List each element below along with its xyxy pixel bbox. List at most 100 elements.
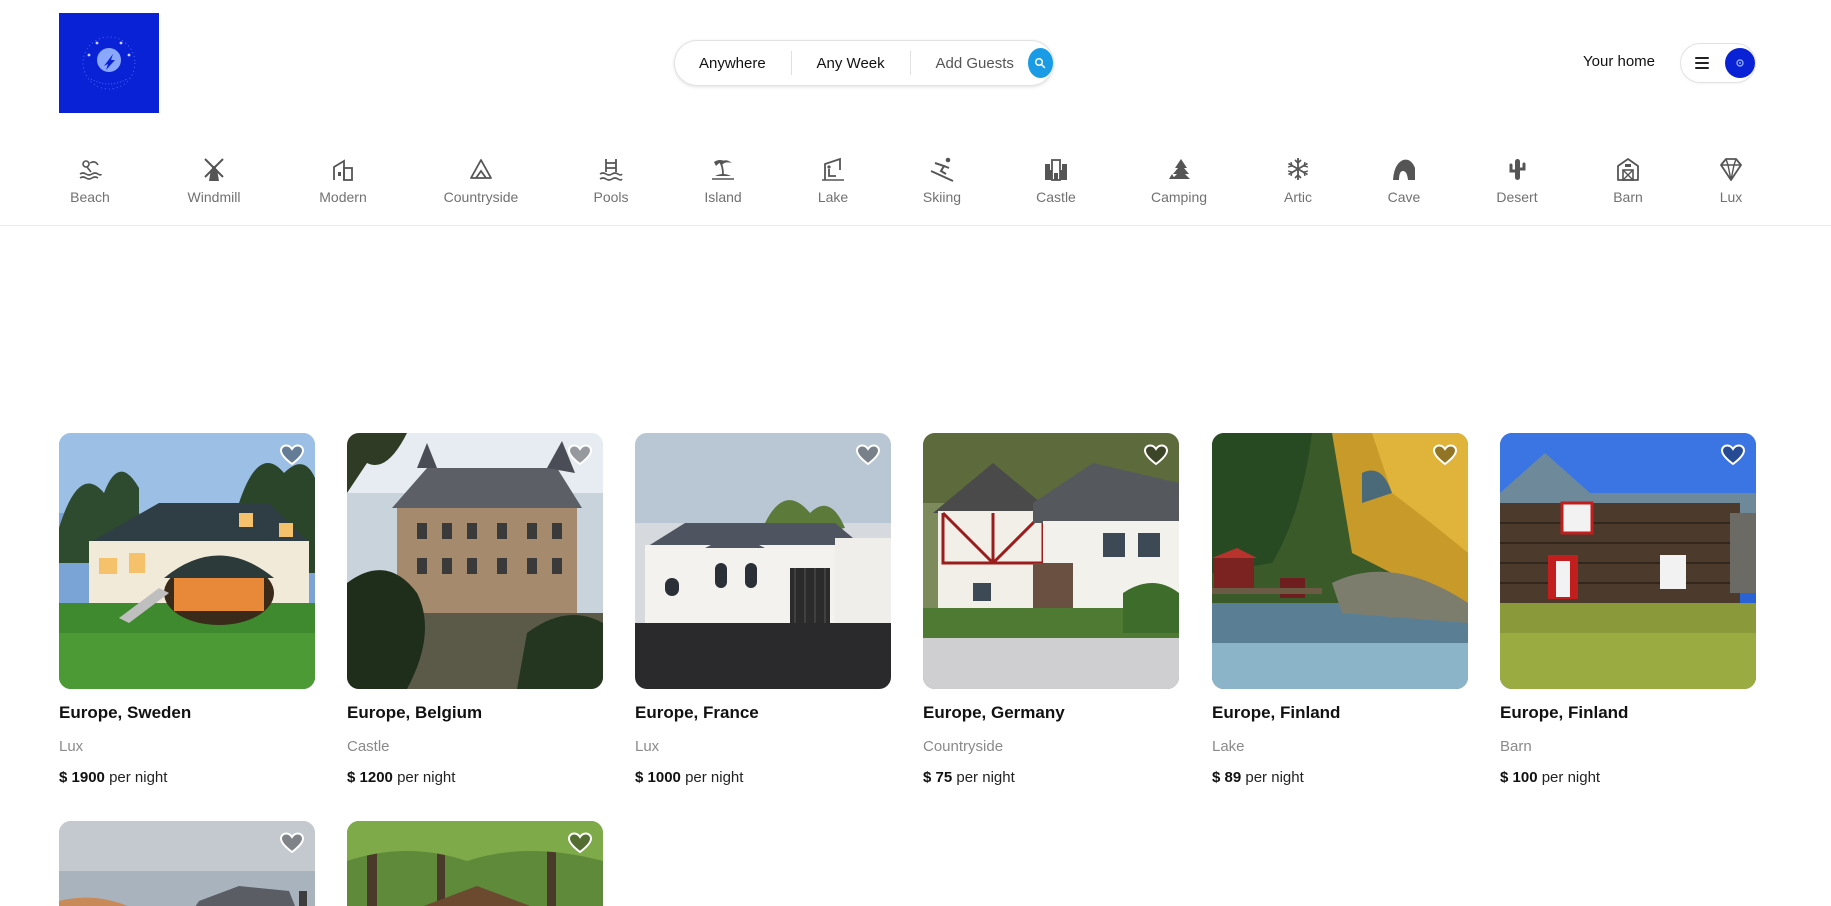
category-label: Cave bbox=[1387, 189, 1421, 205]
price-unit: per night bbox=[1541, 769, 1601, 786]
category-castle[interactable]: Castle bbox=[1011, 155, 1101, 205]
category-lake[interactable]: Lake bbox=[788, 155, 878, 205]
listing-image bbox=[635, 433, 891, 689]
listing-card[interactable]: Europe, Germany Countryside $ 75 per nig… bbox=[923, 433, 1179, 786]
listing-photo[interactable] bbox=[923, 433, 1179, 689]
logo-emblem bbox=[82, 36, 136, 90]
skiing-icon bbox=[928, 155, 956, 183]
user-menu-button[interactable] bbox=[1680, 43, 1756, 83]
listing-category: Lux bbox=[59, 738, 84, 755]
listing-photo[interactable] bbox=[347, 821, 603, 906]
category-pools[interactable]: Pools bbox=[566, 155, 656, 205]
listing-location: Europe, Finland bbox=[1500, 703, 1629, 722]
category-label: Lake bbox=[817, 189, 849, 205]
listing-price: $ 75 per night bbox=[923, 769, 1179, 786]
category-label: Countryside bbox=[443, 189, 519, 205]
listing-location: Europe, Sweden bbox=[59, 703, 192, 722]
listing-location: Europe, Belgium bbox=[347, 703, 483, 722]
price-amount: $ 75 bbox=[923, 769, 953, 786]
favorite-heart-icon[interactable] bbox=[567, 443, 593, 467]
price-unit: per night bbox=[1245, 769, 1304, 786]
cave-icon bbox=[1390, 155, 1418, 183]
listing-location: Europe, Finland bbox=[1212, 703, 1341, 722]
price-amount: $ 1200 bbox=[347, 769, 393, 786]
listing-price: $ 1200 per night bbox=[347, 769, 603, 786]
listing-photo[interactable] bbox=[59, 821, 315, 906]
category-label: Artic bbox=[1284, 189, 1312, 205]
favorite-heart-icon[interactable] bbox=[567, 831, 593, 855]
listing-photo[interactable] bbox=[635, 433, 891, 689]
category-cave[interactable]: Cave bbox=[1359, 155, 1449, 205]
your-home-link[interactable]: Your home bbox=[1583, 53, 1655, 70]
listing-photo[interactable] bbox=[347, 433, 603, 689]
listing-card[interactable]: Europe, France Lux $ 1000 per night bbox=[635, 433, 891, 786]
favorite-heart-icon[interactable] bbox=[279, 831, 305, 855]
category-island[interactable]: Island bbox=[678, 155, 768, 205]
favorite-heart-icon[interactable] bbox=[1432, 443, 1458, 467]
category-label: Beach bbox=[70, 189, 110, 205]
listing-price: $ 1000 per night bbox=[635, 769, 891, 786]
listing-photo[interactable] bbox=[1212, 433, 1468, 689]
pool-icon bbox=[597, 155, 625, 183]
header: Anywhere Any Week Add Guests Your home bbox=[0, 0, 1831, 125]
listing-card[interactable]: Europe, Belgium Castle $ 1200 per night bbox=[347, 433, 603, 786]
favorite-heart-icon[interactable] bbox=[1720, 443, 1746, 467]
listing-image bbox=[347, 821, 603, 906]
camping-icon bbox=[1165, 155, 1193, 183]
price-amount: $ 100 bbox=[1500, 769, 1538, 786]
listing-card[interactable]: Europe, Sweden Lux $ 1900 per night bbox=[59, 433, 315, 786]
windmill-icon bbox=[200, 155, 228, 183]
favorite-heart-icon[interactable] bbox=[1143, 443, 1169, 467]
category-label: Island bbox=[704, 189, 742, 205]
category-skiing[interactable]: Skiing bbox=[897, 155, 987, 205]
search-guests[interactable]: Add Guests bbox=[910, 55, 1025, 72]
category-label: Modern bbox=[319, 189, 367, 205]
category-windmill[interactable]: Windmill bbox=[169, 155, 259, 205]
category-desert[interactable]: Desert bbox=[1472, 155, 1562, 205]
listing-photo[interactable] bbox=[1500, 433, 1756, 689]
category-label: Desert bbox=[1496, 189, 1538, 205]
beach-icon bbox=[76, 155, 104, 183]
castle-icon bbox=[1042, 155, 1070, 183]
category-label: Lux bbox=[1719, 189, 1743, 205]
listing-category: Countryside bbox=[923, 738, 1004, 755]
category-camping[interactable]: Camping bbox=[1134, 155, 1224, 205]
favorite-heart-icon[interactable] bbox=[279, 443, 305, 467]
modern-icon bbox=[329, 155, 357, 183]
listing-image bbox=[1500, 433, 1756, 689]
category-countryside[interactable]: Countryside bbox=[436, 155, 526, 205]
category-modern[interactable]: Modern bbox=[298, 155, 388, 205]
listing-card[interactable] bbox=[347, 821, 603, 906]
favorite-heart-icon[interactable] bbox=[855, 443, 881, 467]
listing-card[interactable] bbox=[59, 821, 315, 906]
listing-category: Lux bbox=[635, 738, 660, 755]
category-barn[interactable]: Barn bbox=[1583, 155, 1673, 205]
category-label: Camping bbox=[1150, 189, 1208, 205]
listing-category: Lake bbox=[1212, 738, 1245, 755]
listing-image bbox=[923, 433, 1179, 689]
price-unit: per night bbox=[397, 769, 456, 786]
price-unit: per night bbox=[685, 769, 744, 786]
category-lux[interactable]: Lux bbox=[1686, 155, 1776, 205]
listing-card[interactable]: Europe, Finland Barn $ 100 per night bbox=[1500, 433, 1756, 786]
category-bar: Beach Windmill Modern Countryside Pools … bbox=[0, 125, 1831, 226]
listing-photo[interactable] bbox=[59, 433, 315, 689]
hamburger-icon bbox=[1695, 57, 1709, 69]
price-amount: $ 1000 bbox=[635, 769, 681, 786]
listing-location: Europe, Germany bbox=[923, 703, 1065, 722]
diamond-icon bbox=[1717, 155, 1745, 183]
listing-price: $ 89 per night bbox=[1212, 769, 1468, 786]
search-icon bbox=[1035, 57, 1046, 69]
listing-card[interactable]: Europe, Finland Lake $ 89 per night bbox=[1212, 433, 1468, 786]
listing-image bbox=[1212, 433, 1468, 689]
search-where[interactable]: Anywhere bbox=[675, 55, 791, 72]
listing-location: Europe, France bbox=[635, 703, 759, 722]
category-beach[interactable]: Beach bbox=[45, 155, 135, 205]
category-label: Windmill bbox=[187, 189, 241, 205]
category-artic[interactable]: Artic bbox=[1253, 155, 1343, 205]
search-bar[interactable]: Anywhere Any Week Add Guests bbox=[674, 40, 1054, 86]
search-when[interactable]: Any Week bbox=[792, 55, 910, 72]
brand-logo[interactable] bbox=[59, 13, 159, 113]
category-label: Castle bbox=[1036, 189, 1076, 205]
search-button[interactable] bbox=[1027, 48, 1054, 78]
